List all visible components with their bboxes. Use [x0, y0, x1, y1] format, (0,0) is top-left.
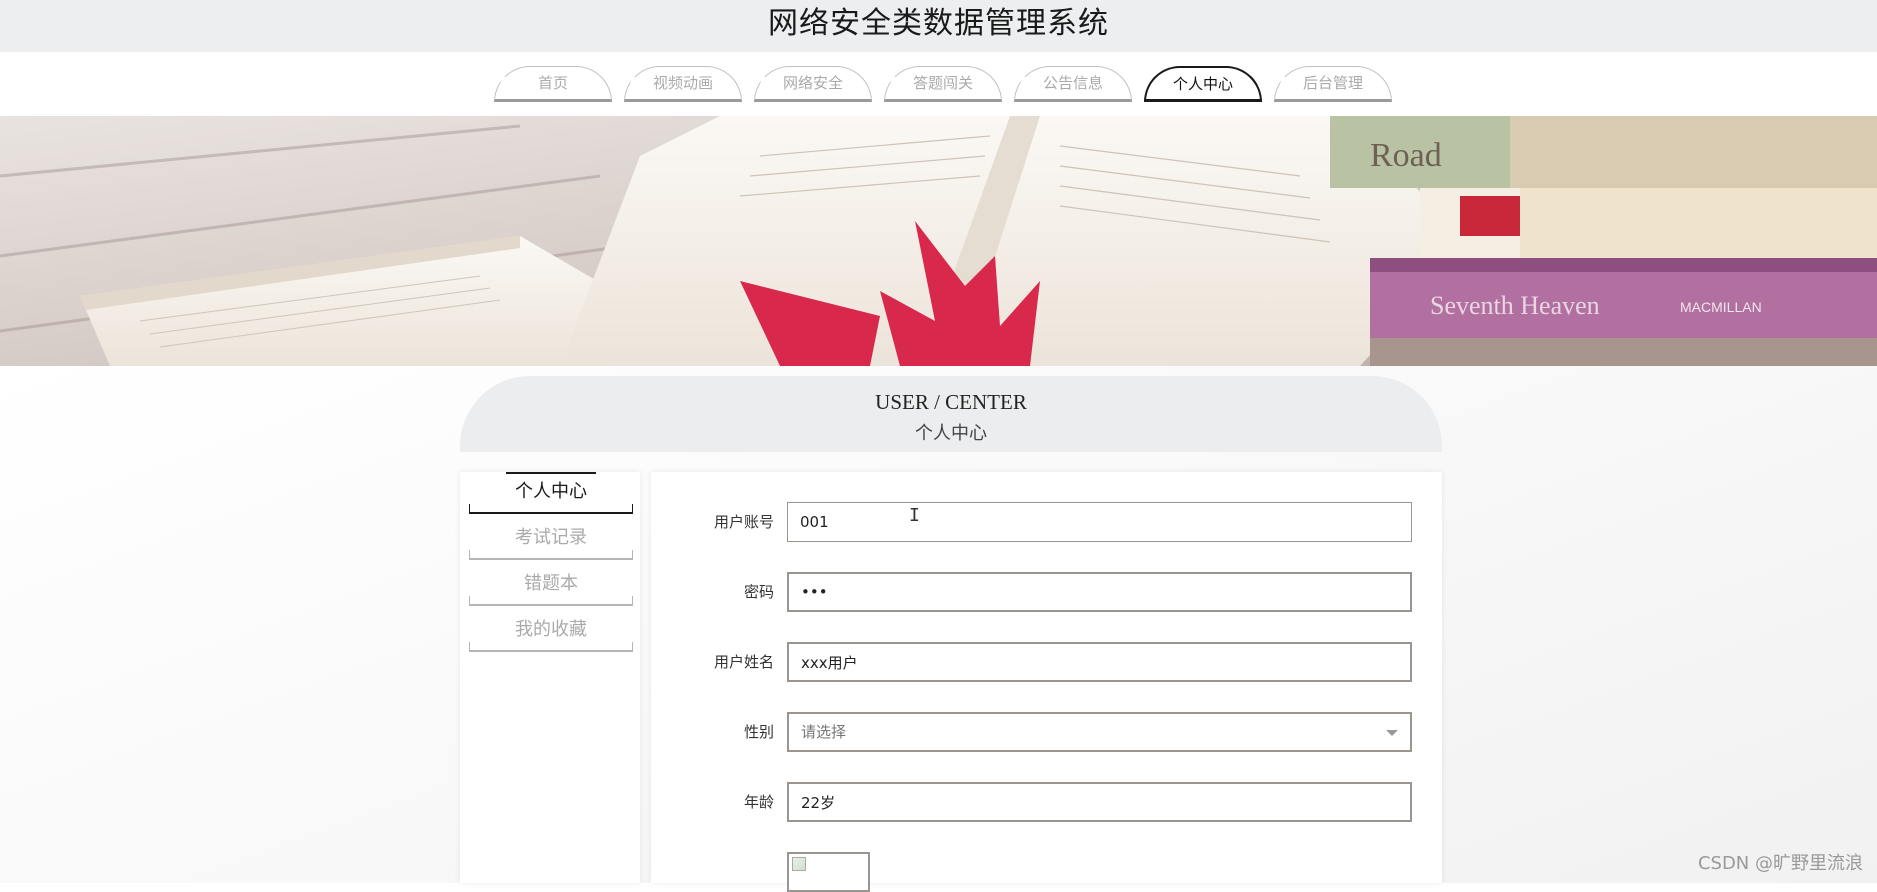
item-underline — [469, 550, 633, 560]
name-input[interactable] — [787, 642, 1412, 682]
nav-tab-quiz[interactable]: 答题闯关 — [884, 66, 1002, 102]
item-underline — [469, 504, 633, 514]
sidebar-item-label: 考试记录 — [515, 527, 587, 548]
svg-text:MACMILLAN: MACMILLAN — [1680, 299, 1762, 315]
heading-chinese: 个人中心 — [460, 419, 1442, 445]
name-label: 用户姓名 — [651, 642, 774, 682]
nav-tab-network-security[interactable]: 网络安全 — [754, 66, 872, 102]
svg-text:Seventh Heaven: Seventh Heaven — [1430, 291, 1600, 320]
user-center-heading: USER / CENTER 个人中心 — [460, 376, 1442, 452]
password-input[interactable] — [787, 572, 1412, 612]
item-underline — [469, 596, 633, 606]
profile-form: 用户账号 密码 用户姓名 性别 请选择 年龄 — [651, 472, 1442, 883]
form-row-name: 用户姓名 — [651, 642, 1442, 682]
nav-tab-announcements[interactable]: 公告信息 — [1014, 66, 1132, 102]
form-row-password: 密码 — [651, 572, 1442, 612]
sidebar-item-exam-records[interactable]: 考试记录 — [470, 518, 632, 560]
nav-tab-admin[interactable]: 后台管理 — [1274, 66, 1392, 102]
svg-text:Road: Road — [1370, 137, 1442, 174]
password-label: 密码 — [651, 572, 774, 612]
banner-books-image: Road Seventh Heaven MACMILLAN — [0, 116, 1877, 366]
watermark: CSDN @旷野里流浪 — [1698, 849, 1863, 875]
sidebar-item-wrong-questions[interactable]: 错题本 — [470, 564, 632, 606]
sidebar-item-label: 错题本 — [524, 573, 578, 594]
gender-label: 性别 — [651, 712, 774, 752]
form-row-gender: 性别 请选择 — [651, 712, 1442, 752]
sidebar-item-label: 个人中心 — [515, 481, 587, 502]
site-title: 网络安全类数据管理系统 — [768, 0, 1109, 48]
age-input[interactable] — [787, 782, 1412, 822]
sidebar: 个人中心 考试记录 错题本 我的收藏 — [460, 472, 640, 883]
item-underline — [469, 642, 633, 652]
nav-tab-video-animation[interactable]: 视频动画 — [624, 66, 742, 102]
account-input[interactable] — [787, 502, 1412, 542]
main-nav: 首页 视频动画 网络安全 答题闯关 公告信息 个人中心 后台管理 — [0, 52, 1877, 116]
text-cursor-icon: I — [909, 505, 920, 526]
nav-tab-home[interactable]: 首页 — [494, 66, 612, 102]
gender-select-value: 请选择 — [801, 723, 846, 741]
form-row-age: 年龄 — [651, 782, 1442, 822]
age-label: 年龄 — [651, 782, 774, 822]
site-header: 网络安全类数据管理系统 — [0, 0, 1877, 52]
heading-english: USER / CENTER — [460, 390, 1442, 415]
sidebar-item-label: 我的收藏 — [515, 619, 587, 640]
account-label: 用户账号 — [651, 502, 774, 542]
gender-select[interactable]: 请选择 — [787, 712, 1412, 752]
active-indicator — [506, 472, 596, 474]
nav-tabs: 首页 视频动画 网络安全 答题闯关 公告信息 个人中心 后台管理 — [494, 66, 1392, 106]
nav-tab-personal-center[interactable]: 个人中心 — [1144, 66, 1262, 102]
hero-banner: Road Seventh Heaven MACMILLAN — [0, 116, 1877, 366]
sidebar-item-personal-center[interactable]: 个人中心 — [470, 472, 632, 514]
avatar-upload[interactable] — [787, 852, 870, 892]
chevron-down-icon — [1386, 730, 1398, 736]
sidebar-item-favorites[interactable]: 我的收藏 — [470, 610, 632, 652]
broken-image-icon — [792, 857, 806, 871]
form-row-account: 用户账号 — [651, 502, 1442, 542]
